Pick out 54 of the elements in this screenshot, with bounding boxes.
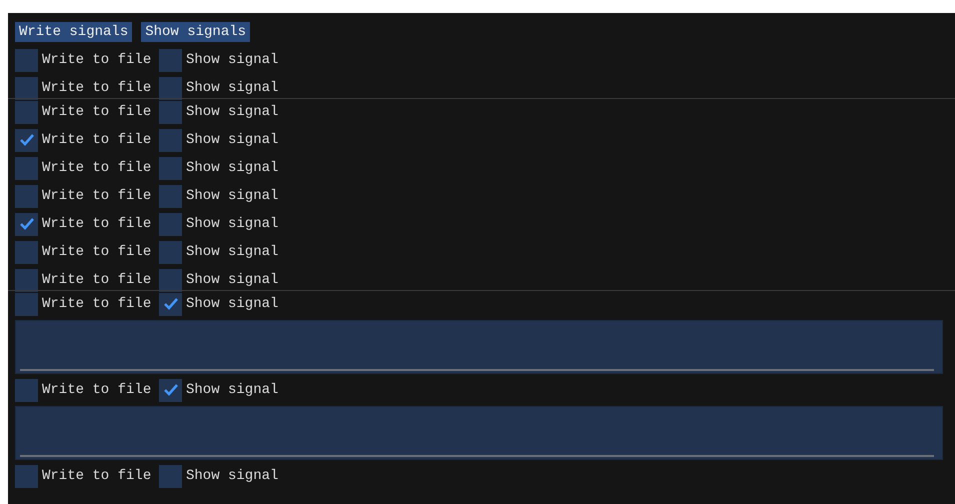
check-icon bbox=[162, 297, 178, 311]
checkbox[interactable] bbox=[159, 128, 182, 152]
checkbox-label: Write to file bbox=[42, 216, 152, 232]
checkbox[interactable] bbox=[15, 184, 38, 208]
checkbox[interactable] bbox=[159, 464, 182, 488]
checkbox-label: Show signal bbox=[186, 382, 278, 398]
checkbox[interactable] bbox=[15, 212, 38, 236]
checkbox-label: Show signal bbox=[186, 244, 278, 260]
checkbox-label: Show signal bbox=[186, 132, 278, 148]
checkbox[interactable] bbox=[15, 48, 38, 72]
checkbox[interactable] bbox=[159, 378, 182, 402]
checkbox[interactable] bbox=[159, 184, 182, 208]
checkbox-label: Write to file bbox=[42, 468, 152, 484]
checkbox-label: Write to file bbox=[42, 52, 152, 68]
check-icon bbox=[18, 217, 34, 231]
checkbox-label: Write to file bbox=[42, 188, 152, 204]
checkbox-label: Show signal bbox=[186, 160, 278, 176]
checkbox-label: Write to file bbox=[42, 244, 152, 260]
checkbox-label: Show signal bbox=[186, 104, 278, 120]
checkbox-label: Show signal bbox=[186, 272, 278, 288]
toolbar-button[interactable]: Show signals bbox=[141, 22, 250, 42]
checkbox-label: Write to file bbox=[42, 132, 152, 148]
checkbox-label: Show signal bbox=[186, 188, 278, 204]
checkbox[interactable] bbox=[159, 48, 182, 72]
checkbox-label: Show signal bbox=[186, 468, 278, 484]
checkbox-label: Show signal bbox=[186, 80, 278, 96]
checkbox-label: Write to file bbox=[42, 272, 152, 288]
checkbox[interactable] bbox=[15, 128, 38, 152]
checkbox[interactable] bbox=[15, 76, 38, 100]
checkbox[interactable] bbox=[159, 212, 182, 236]
checkbox-label: Show signal bbox=[186, 52, 278, 68]
checkbox[interactable] bbox=[15, 292, 38, 316]
checkbox[interactable] bbox=[15, 156, 38, 180]
checkbox-label: Show signal bbox=[186, 296, 278, 312]
checkbox[interactable] bbox=[159, 156, 182, 180]
checkbox-label: Write to file bbox=[42, 104, 152, 120]
checkbox[interactable] bbox=[15, 378, 38, 402]
checkbox[interactable] bbox=[159, 292, 182, 316]
toolbar-button[interactable]: Write signals bbox=[15, 22, 132, 42]
checkbox[interactable] bbox=[15, 100, 38, 124]
checkbox[interactable] bbox=[15, 464, 38, 488]
check-icon bbox=[162, 383, 178, 397]
checkbox[interactable] bbox=[159, 100, 182, 124]
checkbox[interactable] bbox=[159, 76, 182, 100]
checkbox-label: Write to file bbox=[42, 80, 152, 96]
checkbox-label: Show signal bbox=[186, 216, 278, 232]
checkbox-label: Write to file bbox=[42, 160, 152, 176]
checkbox[interactable] bbox=[15, 268, 38, 292]
checkbox[interactable] bbox=[159, 268, 182, 292]
checkbox[interactable] bbox=[15, 240, 38, 264]
checkbox[interactable] bbox=[159, 240, 182, 264]
checkbox-label: Write to file bbox=[42, 382, 152, 398]
checkbox-label: Write to file bbox=[42, 296, 152, 312]
check-icon bbox=[18, 133, 34, 147]
